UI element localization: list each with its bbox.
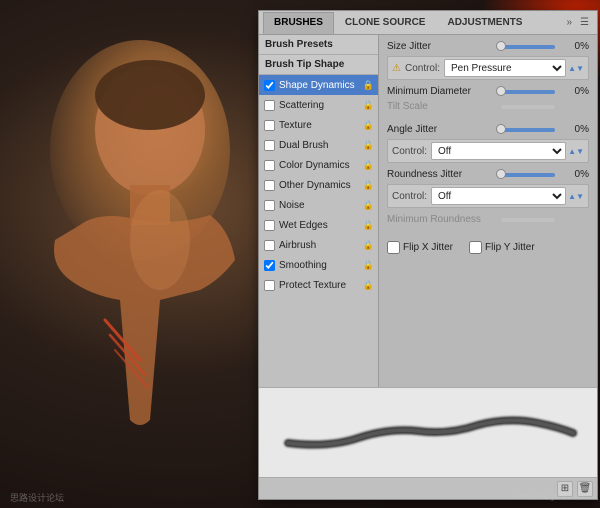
angle-jitter-slider[interactable]: [501, 128, 555, 132]
lock-icon-wet-edges: 🔒: [363, 220, 374, 231]
flip-y-label: Flip Y Jitter: [485, 242, 535, 253]
tab-adjustments[interactable]: ADJUSTMENTS: [436, 12, 533, 34]
roundness-jitter-label: Roundness Jitter: [387, 169, 497, 180]
lock-icon-shape-dynamics: 🔒: [363, 80, 374, 91]
brush-item-noise[interactable]: Noise 🔒: [259, 195, 378, 215]
flip-row: Flip X Jitter Flip Y Jitter: [387, 241, 589, 254]
lock-icon-texture: 🔒: [363, 120, 374, 131]
flip-x-item: Flip X Jitter: [387, 241, 453, 254]
lock-icon-noise: 🔒: [363, 200, 374, 211]
brush-item-smoothing[interactable]: Smoothing 🔒: [259, 255, 378, 275]
brush-presets-header[interactable]: Brush Presets: [259, 35, 378, 55]
brush-item-dual-brush[interactable]: Dual Brush 🔒: [259, 135, 378, 155]
texture-checkbox[interactable]: [264, 119, 275, 130]
control3-select[interactable]: Off Fade Pen Pressure Pen Tilt: [431, 187, 566, 205]
tab-brushes[interactable]: BRUSHES: [263, 12, 334, 34]
brush-item-texture[interactable]: Texture 🔒: [259, 115, 378, 135]
min-diameter-row: Minimum Diameter 0%: [387, 86, 589, 97]
other-dynamics-checkbox[interactable]: [264, 179, 275, 190]
flip-y-item: Flip Y Jitter: [469, 241, 535, 254]
brush-tip-shape-header[interactable]: Brush Tip Shape: [259, 55, 378, 75]
brush-item-airbrush[interactable]: Airbrush 🔒: [259, 235, 378, 255]
brush-item-color-dynamics[interactable]: Color Dynamics 🔒: [259, 155, 378, 175]
control2-label: Control:: [392, 146, 427, 157]
angle-jitter-row: Angle Jitter 0%: [387, 124, 589, 135]
min-roundness-row: Minimum Roundness: [387, 214, 589, 225]
lock-icon-scattering: 🔒: [363, 100, 374, 111]
watermark-right: www.missyuan.com: [511, 491, 590, 504]
shape-dynamics-checkbox[interactable]: [264, 79, 275, 90]
flip-x-checkbox[interactable]: [387, 241, 400, 254]
min-diameter-label: Minimum Diameter: [387, 86, 497, 97]
control3-label: Control:: [392, 191, 427, 202]
size-jitter-label: Size Jitter: [387, 41, 497, 52]
brush-item-scattering[interactable]: Scattering 🔒: [259, 95, 378, 115]
wet-edges-checkbox[interactable]: [264, 219, 275, 230]
tab-clone-source[interactable]: CLONE SOURCE: [334, 12, 437, 34]
control2-row: Control: Off Fade Pen Pressure Pen Tilt …: [387, 139, 589, 163]
control1-arrow[interactable]: ▲▼: [568, 64, 584, 73]
scattering-checkbox[interactable]: [264, 99, 275, 110]
brush-preview-area: [259, 387, 597, 477]
watermark: 思路设计论坛 www.missyuan.com: [0, 491, 600, 504]
color-dynamics-checkbox[interactable]: [264, 159, 275, 170]
brush-item-protect-texture[interactable]: Protect Texture 🔒: [259, 275, 378, 295]
control2-select[interactable]: Off Fade Pen Pressure Pen Tilt: [431, 142, 566, 160]
angle-jitter-label: Angle Jitter: [387, 124, 497, 135]
brush-item-shape-dynamics[interactable]: Shape Dynamics 🔒: [259, 75, 378, 95]
panel-menu-icon[interactable]: ☰: [576, 17, 593, 28]
lock-icon-color-dynamics: 🔒: [363, 160, 374, 171]
lock-icon-smoothing: 🔒: [363, 260, 374, 271]
min-diameter-slider[interactable]: [501, 90, 555, 94]
roundness-jitter-value: 0%: [559, 169, 589, 180]
brushes-panel: BRUSHES CLONE SOURCE ADJUSTMENTS » ☰ Bru…: [258, 10, 598, 500]
roundness-jitter-slider[interactable]: [501, 173, 555, 177]
min-roundness-label: Minimum Roundness: [387, 214, 497, 225]
lock-icon-other-dynamics: 🔒: [363, 180, 374, 191]
size-jitter-value: 0%: [559, 41, 589, 52]
angle-jitter-value: 0%: [559, 124, 589, 135]
brush-item-other-dynamics[interactable]: Other Dynamics 🔒: [259, 175, 378, 195]
flip-y-checkbox[interactable]: [469, 241, 482, 254]
background-person: [20, 40, 260, 500]
roundness-jitter-row: Roundness Jitter 0%: [387, 169, 589, 180]
airbrush-checkbox[interactable]: [264, 239, 275, 250]
min-diameter-value: 0%: [559, 86, 589, 97]
size-jitter-row: Size Jitter 0%: [387, 41, 589, 52]
brush-list: Brush Presets Brush Tip Shape Shape Dyna…: [259, 35, 379, 387]
size-jitter-slider[interactable]: [501, 45, 555, 49]
lock-icon-dual-brush: 🔒: [363, 140, 374, 151]
control3-row: Control: Off Fade Pen Pressure Pen Tilt …: [387, 184, 589, 208]
panel-content: Brush Presets Brush Tip Shape Shape Dyna…: [259, 35, 597, 387]
control3-arrow[interactable]: ▲▼: [568, 192, 584, 201]
lock-icon-protect-texture: 🔒: [363, 280, 374, 291]
brush-settings: Size Jitter 0% ⚠ Control: Pen Pressure O…: [379, 35, 597, 387]
tab-overflow-arrows[interactable]: »: [562, 17, 576, 28]
noise-checkbox[interactable]: [264, 199, 275, 210]
tab-bar: BRUSHES CLONE SOURCE ADJUSTMENTS » ☰: [259, 11, 597, 35]
control2-arrow[interactable]: ▲▼: [568, 147, 584, 156]
brush-item-wet-edges[interactable]: Wet Edges 🔒: [259, 215, 378, 235]
smoothing-checkbox[interactable]: [264, 259, 275, 270]
dual-brush-checkbox[interactable]: [264, 139, 275, 150]
warning-icon: ⚠: [392, 63, 401, 74]
flip-x-label: Flip X Jitter: [403, 242, 453, 253]
control1-select[interactable]: Pen Pressure Off Fade Pen Tilt: [444, 59, 566, 77]
protect-texture-checkbox[interactable]: [264, 279, 275, 290]
watermark-left: 思路设计论坛: [10, 491, 64, 504]
control1-label: Control:: [405, 63, 440, 74]
tilt-scale-row: Tilt Scale: [387, 101, 589, 112]
min-roundness-slider: [501, 218, 555, 222]
brush-stroke-svg: [276, 403, 580, 463]
tilt-scale-label: Tilt Scale: [387, 101, 497, 112]
control1-row: ⚠ Control: Pen Pressure Off Fade Pen Til…: [387, 56, 589, 80]
tilt-scale-slider: [501, 105, 555, 109]
lock-icon-airbrush: 🔒: [363, 240, 374, 251]
